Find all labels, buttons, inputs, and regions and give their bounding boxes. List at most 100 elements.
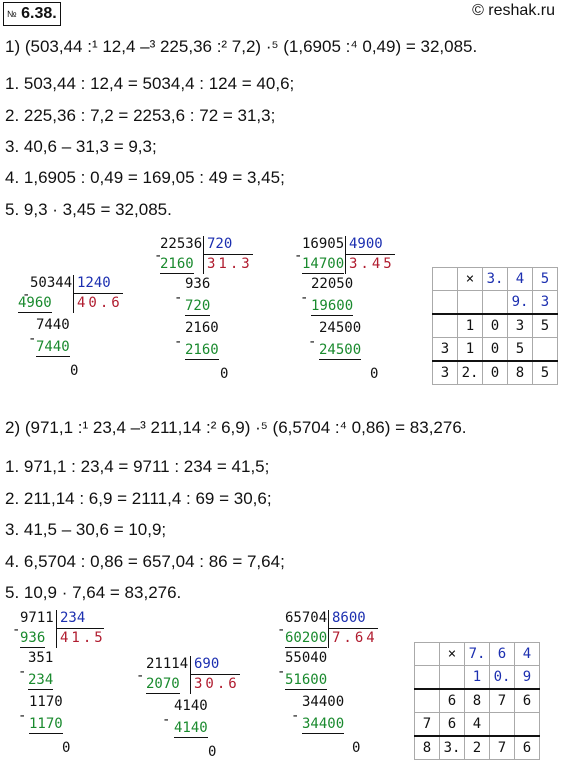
- division-row: 1170: [29, 716, 63, 734]
- division-row: 2160: [185, 342, 219, 360]
- quotient: 41.5: [60, 630, 106, 646]
- grid-cell: ×: [439, 642, 465, 666]
- grid-row: 1035: [432, 313, 558, 338]
- grid-cell: 3.: [439, 735, 465, 760]
- grid-cell: 9: [514, 665, 540, 690]
- dividend: 65704: [285, 610, 328, 626]
- divisor: 4900: [349, 236, 383, 252]
- grid-cell: 6: [439, 688, 465, 713]
- grid-cell: 7: [489, 735, 515, 760]
- grid-row: 3 2. 0 8 5: [432, 360, 558, 385]
- grid-cell: 2: [464, 735, 490, 760]
- grid-cell: 6: [489, 642, 515, 666]
- grid-cell: [432, 267, 458, 291]
- grid-cell: 3: [432, 337, 458, 362]
- problem-number-badge: № 6.38.: [3, 2, 61, 26]
- grid-cell: [432, 290, 458, 315]
- grid-cell: [414, 688, 440, 713]
- p2-step-3: 3. 41,5 – 30,6 = 10,9;: [5, 520, 167, 539]
- quotient: 7.64: [332, 630, 378, 646]
- grid-cell: 5: [507, 337, 533, 362]
- grid-cell: 1: [457, 337, 483, 362]
- division-row: 0: [352, 740, 361, 756]
- grid-cell: 0: [482, 360, 508, 385]
- grid-cell: 8: [507, 360, 533, 385]
- grid-cell: [432, 313, 458, 338]
- p2-step-2: 2. 211,14 : 6,9 = 2111,4 : 69 = 30,6;: [5, 489, 272, 508]
- division-row: 2160: [160, 256, 194, 274]
- grid-cell: 6: [514, 688, 540, 713]
- grid-row: 9. 3: [432, 290, 558, 315]
- grid-row: 8 3. 2 7 6: [414, 735, 540, 760]
- grid-cell: [489, 712, 515, 737]
- p1-multiplication-grid: × 3. 4 5 9. 3 1 0 3 5 3 1 0 5 3 2. 0 8 5: [432, 267, 558, 385]
- grid-row: 1 0. 9: [414, 665, 540, 690]
- grid-cell: 5: [532, 267, 558, 291]
- grid-cell: 1: [457, 313, 483, 338]
- division-row: 0: [62, 740, 71, 756]
- division-row: 936: [20, 630, 46, 648]
- quotient: 30.6: [194, 676, 240, 692]
- p1-expression: 1) (503,44 :¹ 12,4 –³ 225,36 :² 7,2) ·⁵ …: [5, 37, 478, 56]
- grid-cell: 0.: [489, 665, 515, 690]
- grid-cell: 0: [482, 337, 508, 362]
- division-row: 1170: [29, 694, 63, 710]
- p2-long-division-1: 9711 234 41.5 - 936 351 - 234 1170 - 117…: [12, 610, 106, 756]
- p2-multiplication-grid: × 7. 6 4 1 0. 9 6 8 7 6 7 6 4 8 3. 2 7 6: [414, 642, 540, 760]
- grid-cell: 6: [439, 712, 465, 737]
- p1-step-4: 4. 1,6905 : 0,49 = 169,05 : 49 = 3,45;: [5, 168, 285, 187]
- grid-cell: 2.: [457, 360, 483, 385]
- division-row: 0: [70, 363, 79, 379]
- division-row: 720: [185, 298, 211, 316]
- grid-cell: 8: [414, 735, 440, 760]
- divisor: 234: [60, 610, 86, 626]
- p2-expression: 2) (971,1 :¹ 23,4 –³ 211,14 :² 6,9) ·⁵ (…: [5, 418, 467, 437]
- grid-cell: [532, 337, 558, 362]
- grid-cell: 8: [464, 688, 490, 713]
- quotient: 40.6: [77, 295, 123, 311]
- grid-cell: 7: [489, 688, 515, 713]
- division-row: 7440: [36, 339, 70, 357]
- grid-cell: [457, 290, 483, 315]
- division-row: 936: [185, 276, 211, 292]
- quotient: 3.45: [349, 256, 395, 272]
- grid-row: 6876: [414, 688, 540, 713]
- divisor: 720: [207, 236, 233, 252]
- grid-cell: 9.: [507, 290, 533, 315]
- grid-cell: 4: [507, 267, 533, 291]
- p1-step-2: 2. 225,36 : 7,2 = 2253,6 : 72 = 31,3;: [5, 106, 276, 125]
- division-row: 2070: [146, 676, 180, 694]
- p1-long-division-1: 50344 1240 40.6 - 4960 7440 - 7440 0: [18, 275, 123, 379]
- grid-cell: 1: [464, 665, 490, 690]
- p2-step-1: 1. 971,1 : 23,4 = 9711 : 234 = 41,5;: [5, 457, 270, 476]
- grid-cell: 7: [414, 712, 440, 737]
- division-row: 2160: [185, 320, 219, 336]
- divisor: 1240: [77, 275, 111, 291]
- p1-step-1: 1. 503,44 : 12,4 = 5034,4 : 124 = 40,6;: [5, 74, 295, 93]
- p2-step-4: 4. 6,5704 : 0,86 = 657,04 : 86 = 7,64;: [5, 552, 285, 571]
- p1-long-division-2: 22536 720 31.3 - 2160 936 - 720 2160 - 2…: [154, 236, 253, 382]
- grid-row: 764: [414, 712, 540, 737]
- division-row: 51600: [285, 672, 328, 690]
- grid-cell: 3: [432, 360, 458, 385]
- grid-cell: 4: [514, 642, 540, 666]
- site-watermark: © reshak.ru: [472, 2, 555, 19]
- grid-cell: [439, 665, 465, 690]
- grid-row: 3105: [432, 337, 558, 362]
- division-row: 14700: [302, 256, 345, 274]
- grid-row: × 3. 4 5: [432, 267, 558, 291]
- division-row: 4140: [174, 698, 208, 714]
- p1-step-3: 3. 40,6 – 31,3 = 9,3;: [5, 137, 157, 156]
- division-row: 34400: [302, 694, 345, 710]
- division-row: 4960: [18, 295, 52, 313]
- division-row: 19600: [311, 298, 354, 316]
- division-row: 34400: [302, 716, 345, 734]
- division-row: 24500: [319, 320, 362, 336]
- division-row: 351: [28, 650, 54, 666]
- p1-step-5: 5. 9,3 · 3,45 = 32,085.: [5, 200, 172, 219]
- division-row: 7440: [36, 317, 70, 333]
- division-row: 234: [28, 672, 54, 690]
- grid-cell: [414, 642, 440, 666]
- grid-cell: 5: [532, 313, 558, 338]
- grid-cell: [482, 290, 508, 315]
